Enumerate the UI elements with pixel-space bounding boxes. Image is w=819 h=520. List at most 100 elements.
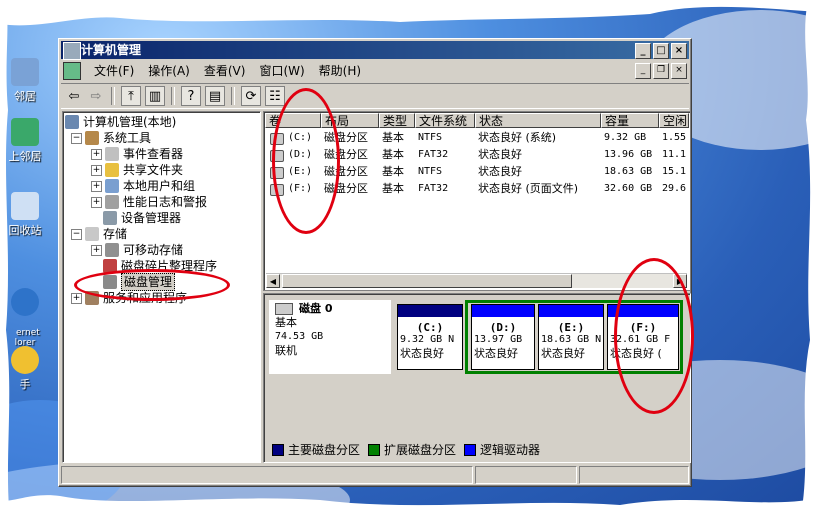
properties-icon[interactable]: ▤	[205, 86, 225, 106]
users-icon	[105, 179, 119, 193]
minimize-button[interactable]: _	[635, 43, 651, 59]
child-restore-button[interactable]: ❐	[653, 63, 669, 79]
menu-window[interactable]: 窗口(W)	[252, 61, 311, 81]
scroll-left-icon[interactable]: ◀	[266, 274, 280, 288]
disk-management-icon	[103, 275, 117, 289]
child-close-button[interactable]: ×	[671, 63, 687, 79]
volume-list: 卷 布局 类型 文件系统 状态 容量 空闲 (C:) 磁盘分区 基本 NTFS …	[263, 111, 691, 291]
up-folder-icon[interactable]: ⤒	[121, 86, 141, 106]
console-tree: 计算机管理(本地) − 系统工具 + 事件查看器 + 共享文件夹 + 本地用户和…	[62, 111, 261, 463]
legend-logical-swatch	[464, 443, 477, 456]
drive-icon	[270, 133, 284, 145]
col-header-free[interactable]: 空闲	[659, 113, 689, 128]
desktop-icon-recycle-bin[interactable]: 回收站	[0, 192, 50, 238]
legend-extended-swatch	[368, 443, 381, 456]
horizontal-scrollbar[interactable]: ◀ ▶	[266, 273, 687, 288]
disk-graphical-view: 磁盘 0 基本 74.53 GB 联机 (C:) 9.32 GB N 状态良好 …	[263, 293, 691, 463]
menu-file[interactable]: 文件(F)	[87, 61, 141, 81]
child-minimize-button[interactable]: _	[635, 63, 651, 79]
col-header-type[interactable]: 类型	[379, 113, 415, 128]
menu-view[interactable]: 查看(V)	[197, 61, 253, 81]
partition-d[interactable]: (D:) 13.97 GB 状态良好	[471, 304, 535, 370]
tree-shared-folders[interactable]: + 共享文件夹	[91, 162, 183, 178]
expand-icon[interactable]: +	[91, 148, 102, 160]
status-bar	[61, 466, 689, 484]
back-arrow-icon[interactable]: ⇦	[65, 87, 83, 105]
ie-icon	[11, 288, 39, 316]
export-list-icon[interactable]: ☷	[265, 86, 285, 106]
expand-icon[interactable]: +	[91, 164, 102, 176]
disk-state: 联机	[275, 344, 297, 357]
expand-icon[interactable]: +	[91, 180, 102, 192]
computer-management-icon	[63, 42, 81, 60]
computer-icon	[65, 115, 79, 129]
tree-system-tools[interactable]: − 系统工具	[71, 130, 151, 146]
tree-storage[interactable]: − 存储	[71, 226, 127, 242]
tree-perf-logs[interactable]: + 性能日志和警报	[91, 194, 207, 210]
table-row[interactable]: (E:) 磁盘分区 基本 NTFS 状态良好 18.63 GB 15.1	[264, 163, 688, 180]
device-manager-icon	[103, 211, 117, 225]
expand-icon[interactable]: +	[71, 292, 82, 304]
drive-icon	[270, 184, 284, 196]
storage-icon	[85, 227, 99, 241]
col-header-status[interactable]: 状态	[475, 113, 601, 128]
hard-disk-icon	[275, 303, 293, 315]
tree-disk-management[interactable]: 磁盘管理	[103, 273, 176, 291]
table-row[interactable]: (F:) 磁盘分区 基本 FAT32 状态良好 (页面文件) 32.60 GB …	[264, 180, 688, 197]
disk-size: 74.53 GB	[275, 331, 324, 342]
window-title: 计算机管理	[81, 43, 142, 57]
removable-storage-icon	[105, 243, 119, 257]
tree-local-users[interactable]: + 本地用户和组	[91, 178, 195, 194]
maximize-button[interactable]: □	[653, 43, 669, 59]
table-row[interactable]: (D:) 磁盘分区 基本 FAT32 状态良好 13.96 GB 11.1	[264, 146, 688, 163]
help-icon[interactable]: ?	[181, 86, 201, 106]
menu-bar: 文件(F) 操作(A) 查看(V) 窗口(W) 帮助(H)	[61, 61, 689, 81]
expand-icon[interactable]: +	[91, 244, 102, 256]
forward-arrow-icon[interactable]: ⇨	[87, 87, 105, 105]
drive-icon	[270, 167, 284, 179]
close-button[interactable]: ×	[671, 43, 687, 59]
scroll-thumb[interactable]	[282, 274, 572, 288]
menu-help[interactable]: 帮助(H)	[312, 61, 368, 81]
col-header-layout[interactable]: 布局	[321, 113, 379, 128]
performance-icon	[105, 195, 119, 209]
shared-folder-icon	[105, 163, 119, 177]
title-bar[interactable]: 计算机管理 _ □ ×	[61, 41, 689, 60]
desktop-icon-network[interactable]: 邻居	[0, 58, 50, 104]
tree-device-manager[interactable]: 设备管理器	[103, 210, 181, 226]
tree-event-viewer[interactable]: + 事件查看器	[91, 146, 183, 162]
col-header-filesystem[interactable]: 文件系统	[415, 113, 475, 128]
app-icon	[11, 346, 39, 374]
desktop-icon-network-places[interactable]: 上邻居	[0, 118, 50, 164]
services-icon	[85, 291, 99, 305]
tools-icon	[85, 131, 99, 145]
partition-f[interactable]: (F:) 32.61 GB F 状态良好 (	[607, 304, 679, 370]
partition-c[interactable]: (C:) 9.32 GB N 状态良好	[397, 304, 463, 370]
partition-e[interactable]: (E:) 18.63 GB N 状态良好	[538, 304, 604, 370]
defrag-icon	[103, 259, 117, 273]
expand-icon[interactable]: +	[91, 196, 102, 208]
scroll-right-icon[interactable]: ▶	[673, 274, 687, 288]
menu-action[interactable]: 操作(A)	[141, 61, 197, 81]
network-places-icon	[11, 118, 39, 146]
recycle-bin-icon	[11, 192, 39, 220]
tree-removable-storage[interactable]: + 可移动存储	[91, 242, 183, 258]
collapse-icon[interactable]: −	[71, 132, 82, 144]
tree-root[interactable]: 计算机管理(本地)	[65, 114, 176, 130]
disk-info[interactable]: 磁盘 0 基本 74.53 GB 联机	[269, 300, 391, 374]
desktop-icon-misc[interactable]: 手	[0, 346, 50, 392]
legend-primary-swatch	[272, 443, 284, 456]
table-row[interactable]: (C:) 磁盘分区 基本 NTFS 状态良好 (系统) 9.32 GB 1.55	[264, 129, 688, 146]
mmc-icon[interactable]	[63, 62, 81, 80]
show-tree-icon[interactable]: ▥	[145, 86, 165, 106]
col-header-volume[interactable]: 卷	[265, 113, 321, 128]
tree-services-apps[interactable]: + 服务和应用程序	[71, 290, 187, 306]
computer-management-window: 计算机管理 _ □ × 文件(F) 操作(A) 查看(V) 窗口(W) 帮助(H…	[58, 38, 692, 487]
collapse-icon[interactable]: −	[71, 228, 82, 240]
col-header-capacity[interactable]: 容量	[601, 113, 659, 128]
desktop-icon-internet-explorer[interactable]: ernet lorer	[0, 268, 50, 348]
tree-defrag[interactable]: 磁盘碎片整理程序	[103, 258, 217, 274]
event-viewer-icon	[105, 147, 119, 161]
disk-type: 基本	[275, 316, 297, 329]
refresh-icon[interactable]: ⟳	[241, 86, 261, 106]
